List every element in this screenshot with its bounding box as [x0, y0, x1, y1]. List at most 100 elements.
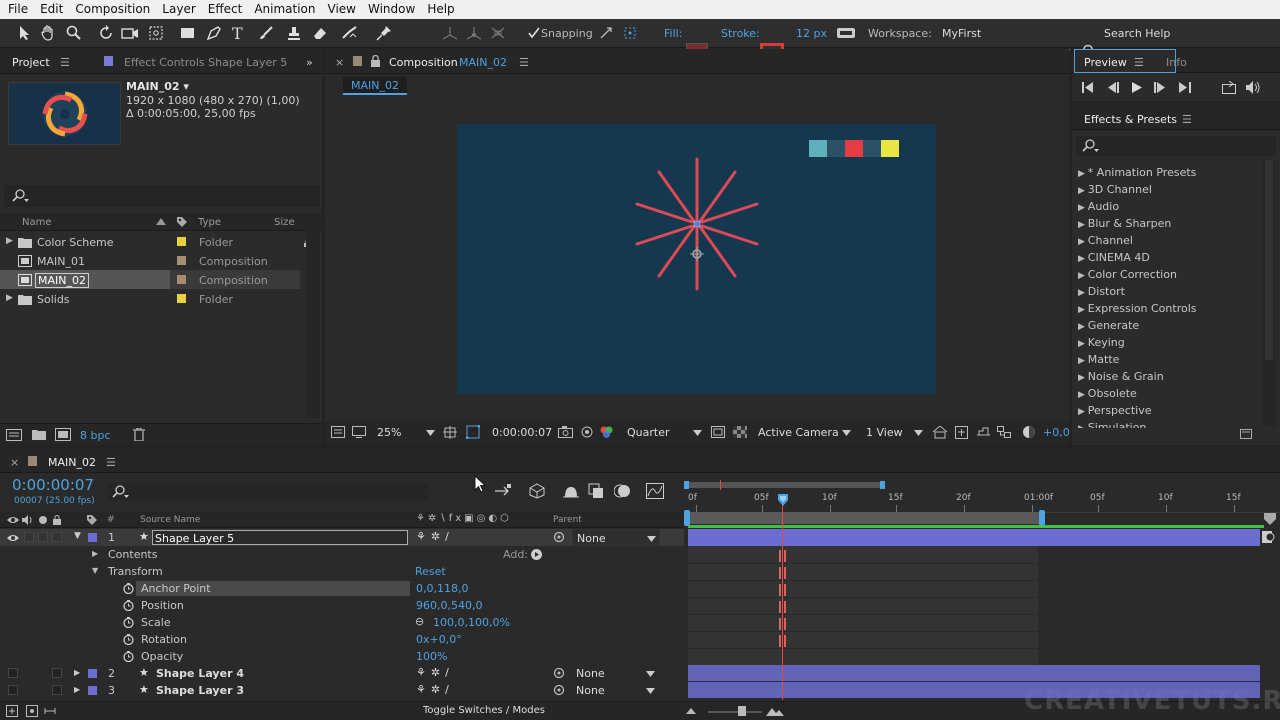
navigator-start-handle[interactable] [684, 481, 689, 489]
motion-blur-icon[interactable] [614, 483, 632, 499]
layer-name-field[interactable]: Shape Layer 5 [152, 530, 408, 545]
new-folder-icon[interactable] [32, 429, 46, 440]
viewer[interactable] [327, 99, 1067, 417]
search-help-input[interactable]: Search Help [1104, 27, 1170, 40]
in-out-pane-icon[interactable] [44, 705, 56, 717]
time-navigator-bar[interactable] [684, 482, 882, 488]
layer-label-swatch[interactable] [88, 533, 97, 542]
effect-category-item[interactable]: ▶ Blur & Sharpen [1078, 217, 1171, 230]
layer-label-swatch[interactable] [88, 669, 97, 678]
zoom-dropdown[interactable]: 25% [377, 426, 401, 439]
stopwatch-icon[interactable] [123, 583, 134, 594]
label-color-swatch[interactable] [177, 256, 186, 265]
expand-arrow-icon[interactable]: ▶ [6, 236, 13, 246]
video-eye-icon[interactable] [7, 515, 19, 525]
transfer-controls-icon[interactable] [26, 705, 38, 717]
effect-category-item[interactable]: ▶ Keying [1078, 336, 1125, 349]
project-item-row[interactable]: MAIN_01 Composition [0, 251, 300, 270]
timeline-current-time[interactable]: 0:00:00:07 [12, 476, 94, 494]
property-row[interactable]: Rotation 0x+0,0° [0, 631, 684, 648]
pan-behind-tool-icon[interactable] [146, 23, 166, 43]
zoom-out-mountain-icon[interactable] [686, 708, 696, 714]
audio-icon[interactable] [22, 515, 33, 525]
composition-menu-icon[interactable]: ☰ [519, 56, 529, 69]
parent-dropdown[interactable]: None [576, 684, 605, 697]
layer-name[interactable]: Shape Layer 4 [156, 667, 244, 680]
lock-switch[interactable] [52, 532, 62, 542]
lock-switch[interactable] [52, 685, 62, 695]
hide-shy-layers-icon[interactable] [562, 483, 580, 499]
expand-arrow-icon[interactable]: ▶ [1078, 271, 1088, 281]
stopwatch-icon[interactable] [123, 634, 134, 645]
visibility-switch[interactable] [8, 685, 18, 695]
comp-mini-flowchart-icon[interactable] [494, 483, 512, 499]
property-value[interactable]: 100% [416, 650, 447, 663]
col-size[interactable]: Size [274, 217, 295, 228]
effects-menu-icon[interactable]: ☰ [1182, 113, 1192, 126]
tab-composition[interactable]: Composition [389, 56, 458, 69]
effect-category-item[interactable]: ▶ 3D Channel [1078, 183, 1152, 196]
text-tool-icon[interactable]: T [228, 23, 248, 43]
expand-arrow-icon[interactable]: ▶ [1078, 203, 1088, 213]
flowchart-link-icon[interactable] [997, 426, 1011, 438]
rgb-channels-icon[interactable] [599, 425, 614, 439]
sort-up-icon[interactable] [156, 218, 166, 225]
draft-3d-icon[interactable] [528, 483, 546, 499]
expand-arrow-icon[interactable]: ▶ [1078, 373, 1088, 383]
stopwatch-icon[interactable] [123, 617, 134, 628]
close-tab-icon[interactable]: × [10, 456, 19, 469]
puppet-pin-tool-icon[interactable] [374, 23, 394, 43]
timeline-menu-icon[interactable]: ☰ [106, 456, 116, 469]
effect-category-item[interactable]: ▶ Expression Controls [1078, 302, 1197, 315]
effect-category-item[interactable]: ▶ Obsolete [1078, 387, 1137, 400]
layer-bar[interactable] [688, 682, 1260, 698]
transform-row[interactable]: ▼ Transform Reset [0, 563, 684, 580]
work-area-start-handle[interactable] [684, 510, 690, 526]
property-value[interactable]: 0,0,118,0 [416, 582, 468, 595]
roto-brush-tool-icon[interactable] [340, 23, 360, 43]
expand-arrow-icon[interactable]: ▶ [1078, 288, 1088, 298]
expand-arrow-icon[interactable]: ▶ [1078, 220, 1088, 230]
snap-edges-icon[interactable] [596, 23, 616, 43]
audio-speaker-icon[interactable] [1246, 81, 1261, 94]
expand-arrow-icon[interactable]: ▶ [1078, 424, 1088, 428]
solo-switch[interactable] [38, 532, 48, 542]
mask-visibility-icon[interactable] [466, 425, 480, 439]
zoom-slider-thumb[interactable] [738, 706, 746, 716]
effect-category-item[interactable]: ▶ Audio [1078, 200, 1119, 213]
safe-zones-icon[interactable] [443, 426, 457, 439]
layer-row[interactable]: ▶ 3 ★ Shape Layer 3 ⚘✲/ None [0, 682, 684, 699]
toggle-switches-modes-button[interactable]: Toggle Switches / Modes [423, 705, 545, 716]
new-folder-trash-icon[interactable] [1240, 429, 1252, 439]
timeline-search-input[interactable] [108, 483, 428, 501]
panel-overflow-icon[interactable]: » [306, 56, 313, 69]
view-axis-icon[interactable] [488, 23, 508, 43]
property-row[interactable]: Scale ⊖ 100,0,100,0% [0, 614, 684, 631]
rectangle-tool-icon[interactable] [178, 23, 198, 43]
lock-icon[interactable] [53, 515, 61, 525]
label-tag-icon[interactable] [86, 514, 98, 526]
play-icon[interactable] [1132, 82, 1143, 93]
audio-switch[interactable] [24, 532, 34, 542]
last-frame-icon[interactable] [1179, 82, 1191, 93]
camera-view-dropdown[interactable]: Active Camera [758, 426, 839, 439]
expand-arrow-icon[interactable]: ▶ [92, 549, 98, 558]
menu-composition[interactable]: Composition [69, 0, 156, 19]
monitor-icon[interactable] [352, 426, 366, 438]
tab-info[interactable]: Info [1166, 56, 1187, 69]
expand-arrow-icon[interactable]: ▶ [1078, 339, 1088, 349]
previous-frame-icon[interactable] [1107, 82, 1119, 93]
time-ruler[interactable]: 0f 05f 10f 15f 20f 01:00f 05f 10f 15f [684, 491, 1280, 513]
layer-bar-selected[interactable] [688, 529, 1260, 546]
loop-icon[interactable] [1222, 81, 1236, 94]
stopwatch-icon[interactable] [123, 651, 134, 662]
menu-window[interactable]: Window [362, 0, 421, 19]
tab-timeline[interactable]: MAIN_02 [48, 456, 96, 469]
project-item-name[interactable]: MAIN_02 [35, 273, 89, 288]
interpret-footage-icon[interactable] [6, 429, 22, 441]
expand-arrow-icon[interactable]: ▶ [74, 685, 80, 694]
reset-link[interactable]: Reset [415, 565, 446, 578]
world-axis-icon[interactable] [464, 23, 484, 43]
snapshot-camera-icon[interactable] [558, 426, 573, 438]
effect-category-item[interactable]: ▶ CINEMA 4D [1078, 251, 1150, 264]
